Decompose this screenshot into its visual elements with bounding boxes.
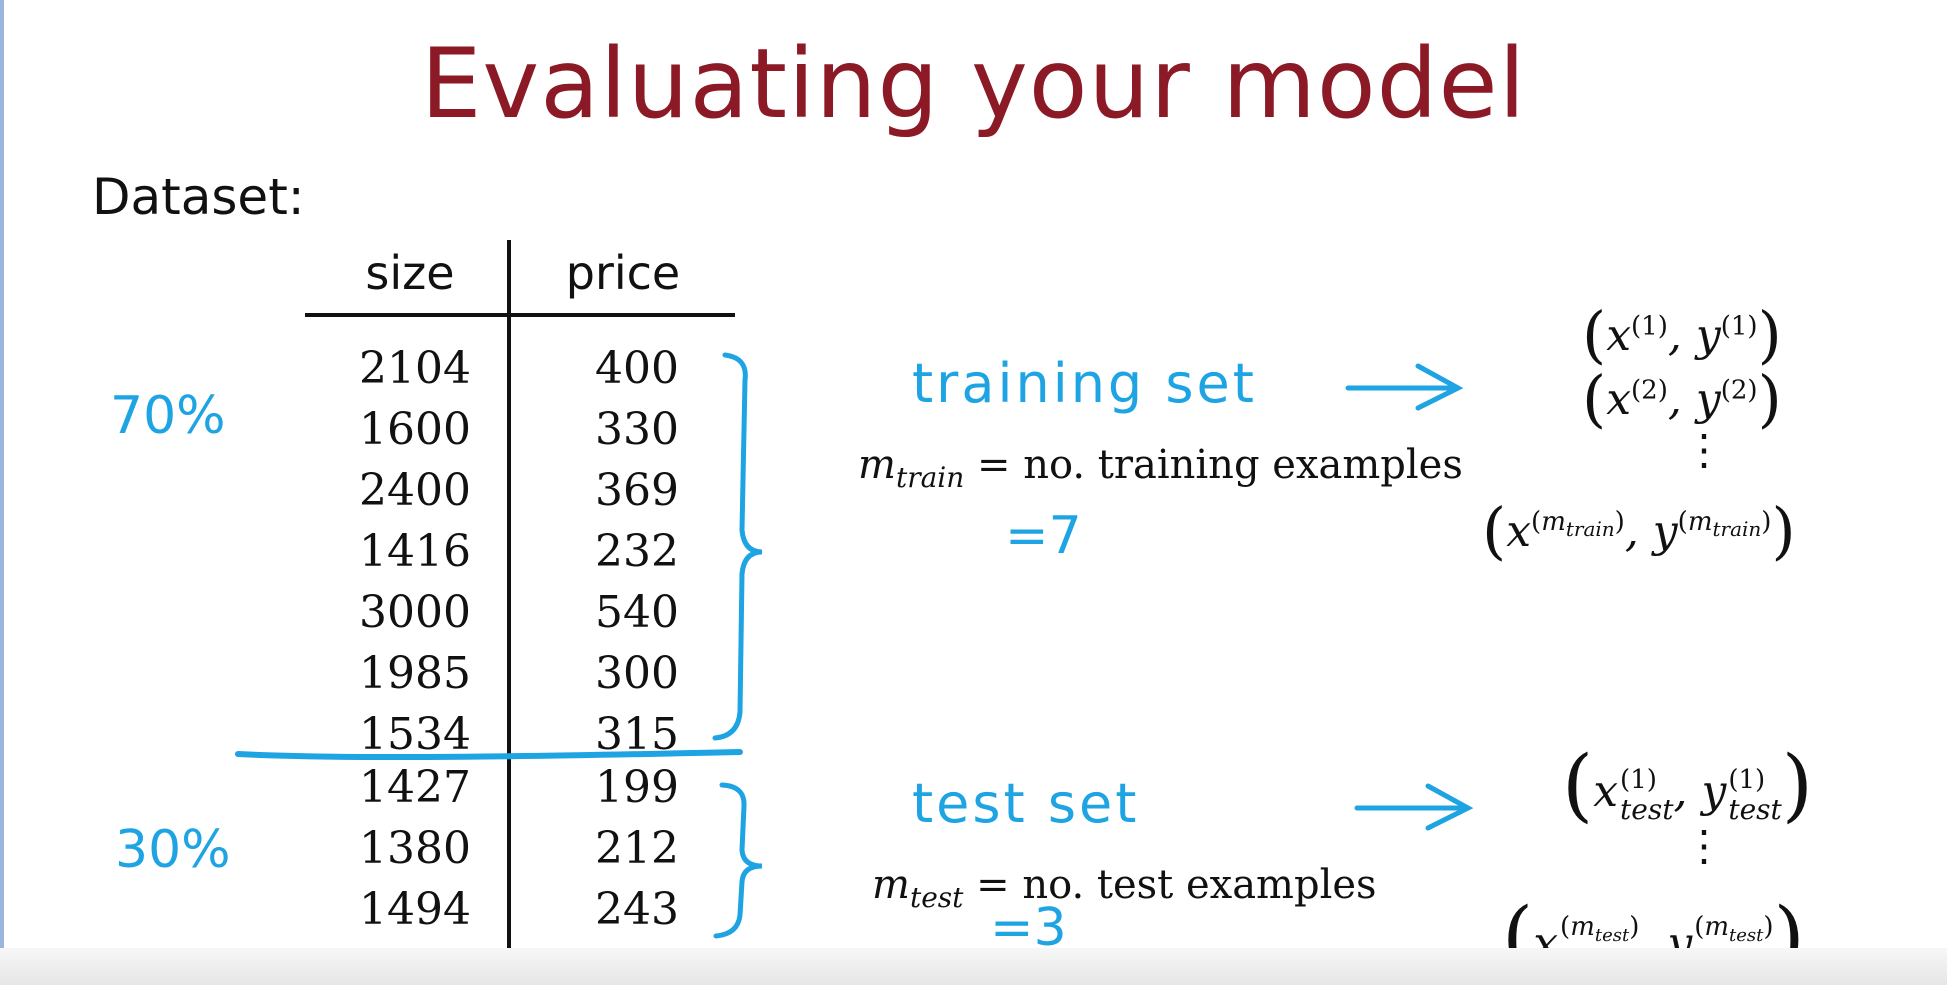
size-cell: 1600 [359, 404, 471, 455]
size-cell: 2400 [359, 465, 471, 516]
train-tuple-last: (x(mtrain), y(mtrain)) [1482, 494, 1796, 567]
test-tuple-1: (x (1) test, y (1) test) [1562, 738, 1814, 831]
price-cell: 315 [595, 709, 679, 760]
size-cell: 3000 [359, 587, 471, 638]
table-row: 2400 369 [315, 465, 737, 526]
size-cell: 1380 [359, 823, 471, 874]
size-cell: 1427 [359, 762, 471, 813]
price-cell: 330 [595, 404, 679, 455]
train-count: =7 [1005, 506, 1082, 566]
m-train-definition: mtrain = no. training examples [858, 442, 1463, 494]
price-cell: 540 [595, 587, 679, 638]
train-arrow [1345, 363, 1464, 411]
table-row: 3000 540 [315, 587, 737, 648]
table-row: 1494 243 [315, 884, 737, 945]
train-ellipsis: ⋮ [1683, 425, 1725, 474]
m-symbol: m [858, 442, 896, 488]
m-symbol: m [872, 862, 910, 908]
size-cell: 1985 [359, 648, 471, 699]
test-set-label: test set [912, 772, 1140, 835]
m-subscript: train [895, 461, 965, 494]
table-row: 1427 199 [315, 762, 737, 823]
price-cell: 243 [595, 884, 679, 935]
train-rows: 2104 400 1600 330 2400 369 1416 232 3000… [315, 343, 737, 770]
price-cell: 199 [595, 762, 679, 813]
table-row: 1380 212 [315, 823, 737, 884]
table-row: 1416 232 [315, 526, 737, 587]
price-cell: 300 [595, 648, 679, 699]
size-cell: 1534 [359, 709, 471, 760]
size-cell: 1416 [359, 526, 471, 577]
train-tuple-2: (x(2), y(2)) [1582, 362, 1782, 435]
test-percent: 30% [115, 820, 231, 880]
train-percent: 70% [110, 386, 226, 446]
price-cell: 400 [595, 343, 679, 394]
m-test-definition: mtest = no. test examples [872, 862, 1377, 914]
price-cell: 212 [595, 823, 679, 874]
price-cell: 232 [595, 526, 679, 577]
train-tuple-1: (x(1), y(1)) [1582, 298, 1782, 371]
price-cell: 369 [595, 465, 679, 516]
m-subscript: test [909, 881, 964, 914]
definition-text: = no. training examples [976, 442, 1463, 488]
table-row: 1600 330 [315, 404, 737, 465]
test-ellipsis: ⋮ [1683, 821, 1725, 870]
training-set-label: training set [912, 352, 1257, 415]
size-cell: 1494 [359, 884, 471, 935]
test-rows: 1427 199 1380 212 1494 243 [315, 762, 737, 945]
bottom-bar [0, 948, 1947, 985]
table-row: 2104 400 [315, 343, 737, 404]
test-arrow [1354, 783, 1474, 831]
size-cell: 2104 [359, 343, 471, 394]
table-row: 1985 300 [315, 648, 737, 709]
table-row: 1534 315 [315, 709, 737, 770]
